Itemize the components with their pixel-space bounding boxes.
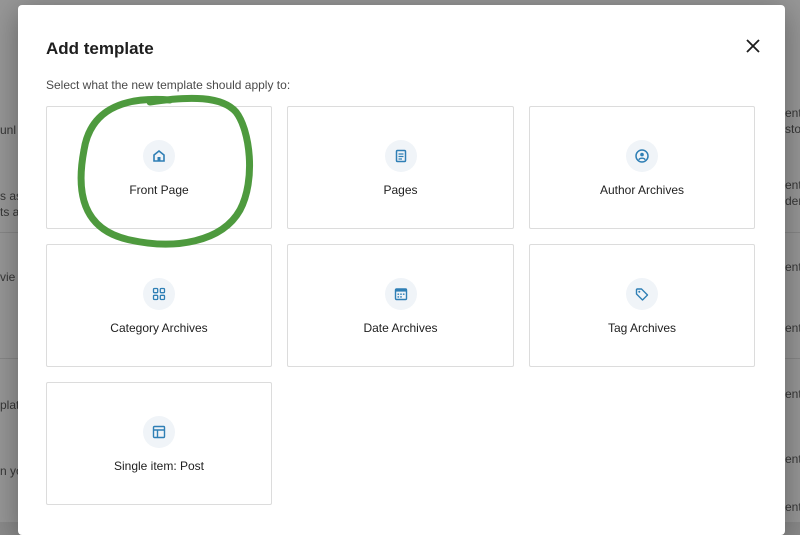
template-option-label: Category Archives bbox=[110, 321, 208, 335]
template-option-pages[interactable]: Pages bbox=[287, 106, 514, 229]
add-template-modal: Add template Select what the new templat… bbox=[18, 5, 785, 535]
template-option-single-post[interactable]: Single item: Post bbox=[46, 382, 272, 505]
home-icon bbox=[143, 140, 175, 172]
template-option-date-archives[interactable]: Date Archives bbox=[287, 244, 514, 367]
modal-title: Add template bbox=[46, 39, 154, 58]
template-option-label: Single item: Post bbox=[113, 459, 205, 473]
template-option-label: Author Archives bbox=[599, 183, 685, 197]
template-option-tag-archives[interactable]: Tag Archives bbox=[529, 244, 755, 367]
template-option-author-archives[interactable]: Author Archives bbox=[529, 106, 755, 229]
template-option-front-page[interactable]: Front Page bbox=[46, 106, 272, 229]
template-option-category-archives[interactable]: Category Archives bbox=[46, 244, 272, 367]
close-button[interactable] bbox=[741, 34, 765, 58]
category-icon bbox=[143, 278, 175, 310]
tag-icon bbox=[626, 278, 658, 310]
template-option-label: Front Page bbox=[129, 183, 189, 197]
page-icon bbox=[384, 140, 417, 172]
template-options-grid: Front Page Pages Author Archives Categor… bbox=[46, 106, 755, 505]
template-option-label: Date Archives bbox=[363, 321, 438, 335]
template-option-label: Pages bbox=[383, 183, 418, 197]
calendar-icon bbox=[384, 278, 417, 310]
post-layout-icon bbox=[143, 416, 175, 448]
template-option-label: Tag Archives bbox=[607, 321, 677, 335]
user-icon bbox=[626, 140, 658, 172]
close-icon bbox=[746, 39, 760, 53]
modal-subtitle: Select what the new template should appl… bbox=[46, 78, 291, 92]
